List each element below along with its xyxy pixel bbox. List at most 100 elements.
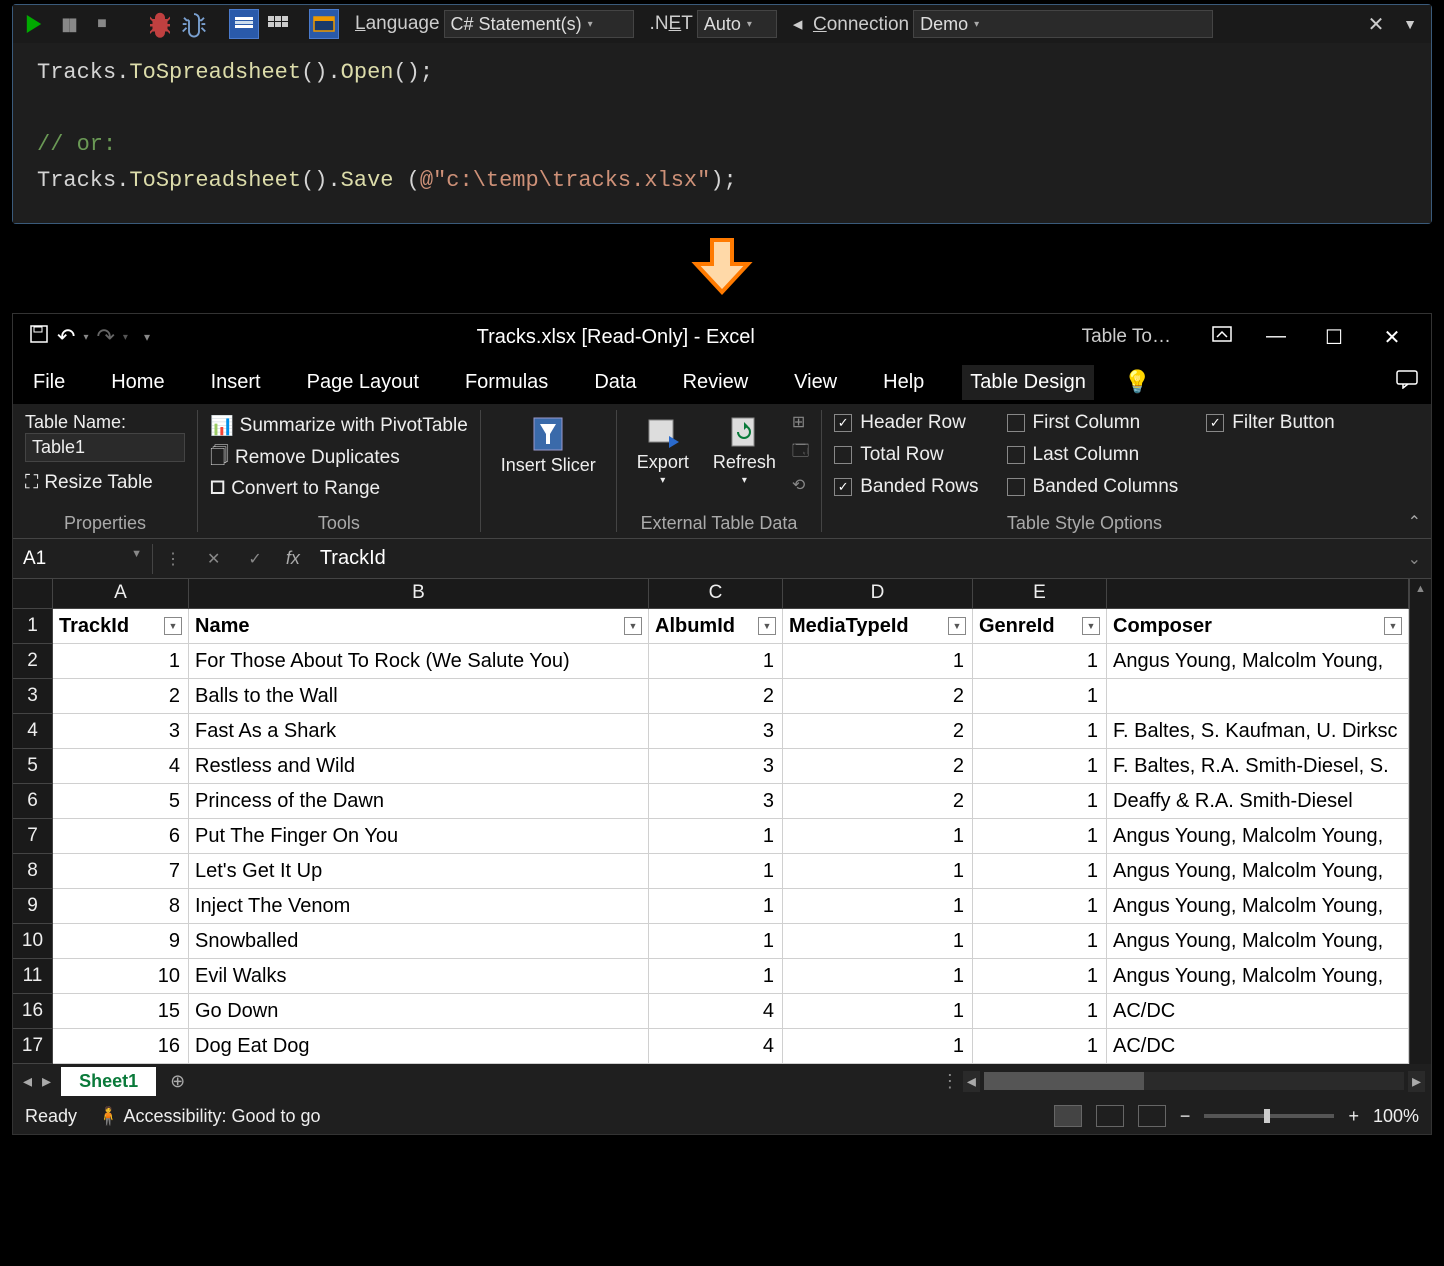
cell[interactable]: 1	[973, 924, 1107, 959]
row-header[interactable]: 10	[13, 924, 53, 959]
cell[interactable]: 3	[649, 749, 783, 784]
cell[interactable]: 1	[649, 924, 783, 959]
cell[interactable]: 1	[783, 959, 973, 994]
cell[interactable]: Deaffy & R.A. Smith-Diesel	[1107, 784, 1409, 819]
open-browser-icon[interactable]: 🗔	[792, 440, 809, 467]
cell[interactable]: F. Baltes, S. Kaufman, U. Dirksc	[1107, 714, 1409, 749]
row-header[interactable]: 1	[13, 609, 53, 644]
minimize-button[interactable]: —	[1253, 325, 1299, 350]
language-dropdown[interactable]: C# Statement(s)▾	[444, 10, 634, 38]
stop-button[interactable]: ■	[87, 9, 117, 39]
cell[interactable]: 16	[53, 1029, 189, 1064]
cell[interactable]: 3	[649, 714, 783, 749]
filter-dropdown-icon[interactable]: ▼	[1082, 617, 1100, 635]
col-header-d[interactable]: D	[783, 579, 973, 609]
undo-chevron-icon[interactable]: ▾	[83, 332, 88, 343]
last-column-checkbox[interactable]: Last Column	[1007, 444, 1179, 466]
cell[interactable]: 7	[53, 854, 189, 889]
cell[interactable]: 1	[783, 994, 973, 1029]
row-header[interactable]: 3	[13, 679, 53, 714]
col-header-f[interactable]	[1107, 579, 1409, 609]
cell[interactable]: 4	[649, 1029, 783, 1064]
filter-dropdown-icon[interactable]: ▼	[164, 617, 182, 635]
cell[interactable]: 4	[53, 749, 189, 784]
run-button[interactable]	[19, 9, 49, 39]
summarize-pivot-button[interactable]: 📊Summarize with PivotTable	[210, 412, 468, 440]
row-header[interactable]: 2	[13, 644, 53, 679]
cell[interactable]: 1	[783, 889, 973, 924]
cell[interactable]: AC/DC	[1107, 994, 1409, 1029]
panel-icon[interactable]	[309, 9, 339, 39]
cell[interactable]: 1	[973, 959, 1107, 994]
cell[interactable]: Put The Finger On You	[189, 819, 649, 854]
cell[interactable]: 2	[783, 749, 973, 784]
cancel-formula-icon[interactable]: ✕	[193, 549, 234, 569]
cell[interactable]: 2	[53, 679, 189, 714]
save-icon[interactable]	[29, 324, 49, 350]
cell[interactable]: 1	[783, 924, 973, 959]
tab-insert[interactable]: Insert	[203, 365, 269, 400]
cell[interactable]: 2	[783, 679, 973, 714]
tab-formulas[interactable]: Formulas	[457, 365, 556, 400]
first-column-checkbox[interactable]: First Column	[1007, 412, 1179, 434]
filter-dropdown-icon[interactable]: ▼	[1384, 617, 1402, 635]
cell[interactable]: Fast As a Shark	[189, 714, 649, 749]
cell[interactable]: 2	[783, 714, 973, 749]
table-header-cell[interactable]: GenreId▼	[973, 609, 1107, 644]
ribbon-display-icon[interactable]	[1211, 325, 1233, 349]
row-header[interactable]: 5	[13, 749, 53, 784]
hscroll-right-icon[interactable]: ▸	[1408, 1071, 1425, 1092]
cell[interactable]: 1	[783, 854, 973, 889]
cell[interactable]: 1	[53, 644, 189, 679]
col-header-b[interactable]: B	[189, 579, 649, 609]
banded-rows-checkbox[interactable]: Banded Rows	[834, 476, 978, 498]
tab-table-design[interactable]: Table Design	[962, 365, 1094, 400]
table-name-input[interactable]	[25, 433, 185, 462]
collapse-ribbon-icon[interactable]: ⌃	[1408, 512, 1421, 532]
row-header[interactable]: 16	[13, 994, 53, 1029]
connection-dropdown[interactable]: Demo▾	[913, 10, 1213, 38]
results-table-icon[interactable]	[263, 9, 293, 39]
row-header[interactable]: 9	[13, 889, 53, 924]
page-layout-view-button[interactable]	[1096, 1105, 1124, 1127]
vertical-scrollbar[interactable]: ▲	[1409, 579, 1431, 1064]
close-icon[interactable]: ✕	[1361, 9, 1391, 39]
cell[interactable]: Angus Young, Malcolm Young,	[1107, 959, 1409, 994]
cell[interactable]: 6	[53, 819, 189, 854]
cell[interactable]: 1	[973, 994, 1107, 1029]
cell[interactable]: 1	[973, 889, 1107, 924]
row-header[interactable]: 6	[13, 784, 53, 819]
resize-table-button[interactable]: ⛶Resize Table	[25, 470, 185, 496]
filter-dropdown-icon[interactable]: ▼	[948, 617, 966, 635]
cell[interactable]: Let's Get It Up	[189, 854, 649, 889]
cell[interactable]: 4	[649, 994, 783, 1029]
total-row-checkbox[interactable]: Total Row	[834, 444, 978, 466]
zoom-out-button[interactable]: −	[1180, 1106, 1191, 1127]
net-dropdown[interactable]: Auto▾	[697, 10, 777, 38]
normal-view-button[interactable]	[1054, 1105, 1082, 1127]
refresh-button[interactable]: Refresh▾	[705, 412, 784, 495]
maximize-button[interactable]: ☐	[1311, 325, 1357, 350]
convert-to-range-button[interactable]: 🞑Convert to Range	[210, 476, 468, 502]
table-header-cell[interactable]: TrackId▼	[53, 609, 189, 644]
row-header[interactable]: 4	[13, 714, 53, 749]
cell[interactable]: Angus Young, Malcolm Young,	[1107, 924, 1409, 959]
cell[interactable]: Dog Eat Dog	[189, 1029, 649, 1064]
cell[interactable]: Angus Young, Malcolm Young,	[1107, 644, 1409, 679]
filter-dropdown-icon[interactable]: ▼	[758, 617, 776, 635]
zoom-in-button[interactable]: +	[1348, 1106, 1359, 1127]
properties-icon[interactable]: ⊞	[792, 412, 809, 432]
sheet-prev-icon[interactable]: ◂	[23, 1071, 32, 1092]
row-header[interactable]: 17	[13, 1029, 53, 1064]
cell[interactable]: 1	[649, 644, 783, 679]
tab-home[interactable]: Home	[103, 365, 172, 400]
cell[interactable]	[1107, 679, 1409, 714]
cell[interactable]: 3	[649, 784, 783, 819]
export-button[interactable]: Export▾	[629, 412, 697, 495]
tab-help[interactable]: Help	[875, 365, 932, 400]
cell[interactable]: 8	[53, 889, 189, 924]
tab-page-layout[interactable]: Page Layout	[299, 365, 427, 400]
fx-button[interactable]: fx	[276, 548, 310, 569]
table-header-cell[interactable]: AlbumId▼	[649, 609, 783, 644]
cell[interactable]: Balls to the Wall	[189, 679, 649, 714]
